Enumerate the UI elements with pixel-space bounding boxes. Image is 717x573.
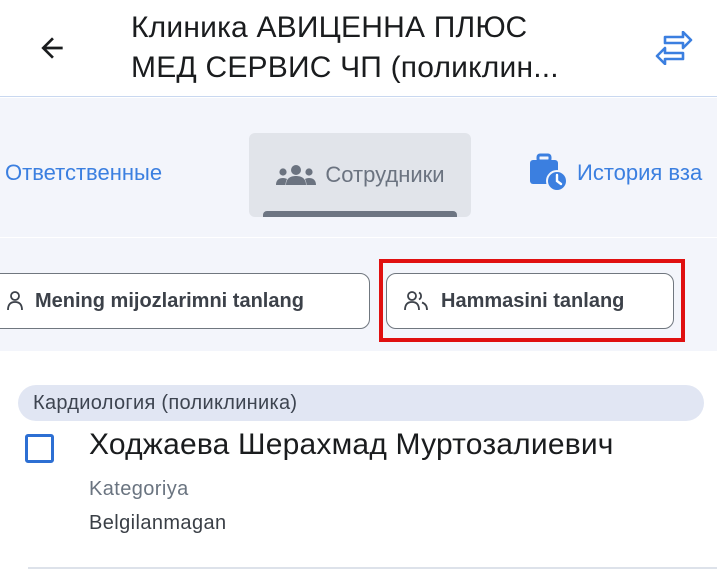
- briefcase-clock-icon: [529, 153, 569, 193]
- select-all-label: Hammasini tanlang: [441, 289, 625, 312]
- people-outline-icon: [403, 290, 429, 312]
- tab-history-label: История вза: [577, 160, 703, 185]
- select-my-clients-label: Mening mijozlarimni tanlang: [35, 289, 304, 312]
- title-line-2: МЕД СЕРВИС ЧП (поликлин...: [131, 51, 559, 84]
- selected-tab-indicator: [263, 211, 457, 217]
- title-line-1: Клиника АВИЦЕННА ПЛЮС: [131, 11, 528, 44]
- select-all-chip[interactable]: Hammasini tanlang: [386, 273, 674, 329]
- tab-responsible-label: Ответственные: [5, 160, 163, 185]
- app-header: Клиника АВИЦЕННА ПЛЮС МЕД СЕРВИС ЧП (пол…: [0, 0, 717, 97]
- filter-bar: Mening mijozlarimni tanlang Hammasini ta…: [0, 238, 717, 351]
- select-my-clients-chip[interactable]: Mening mijozlarimni tanlang: [0, 273, 370, 329]
- department-group-header: Кардиология (поликлиника): [18, 385, 704, 421]
- switch-clinic-button[interactable]: [649, 26, 699, 70]
- employee-checkbox[interactable]: [25, 434, 54, 463]
- tab-employees[interactable]: Сотрудники: [249, 133, 471, 217]
- tab-employees-label: Сотрудники: [325, 162, 445, 187]
- list-divider: [28, 567, 717, 569]
- department-group-label: Кардиология (поликлиника): [33, 391, 298, 414]
- back-button[interactable]: [30, 26, 74, 70]
- employee-name: Ходжаева Шерахмад Муртозалиевич: [89, 428, 614, 461]
- group-icon: [275, 164, 317, 186]
- tab-bar: Ответственные Сотрудники История вза: [0, 98, 717, 237]
- person-icon: [7, 290, 23, 312]
- employee-category-label: Kategoriya: [89, 478, 189, 500]
- arrow-left-icon: [41, 37, 63, 59]
- tab-responsible[interactable]: Ответственные: [5, 133, 162, 213]
- page-title: Клиника АВИЦЕННА ПЛЮС МЕД СЕРВИС ЧП (пол…: [131, 8, 611, 88]
- swap-arrows-icon: [655, 31, 693, 65]
- tab-history[interactable]: История вза: [529, 133, 702, 213]
- employee-category-value: Belgilanmagan: [89, 512, 227, 534]
